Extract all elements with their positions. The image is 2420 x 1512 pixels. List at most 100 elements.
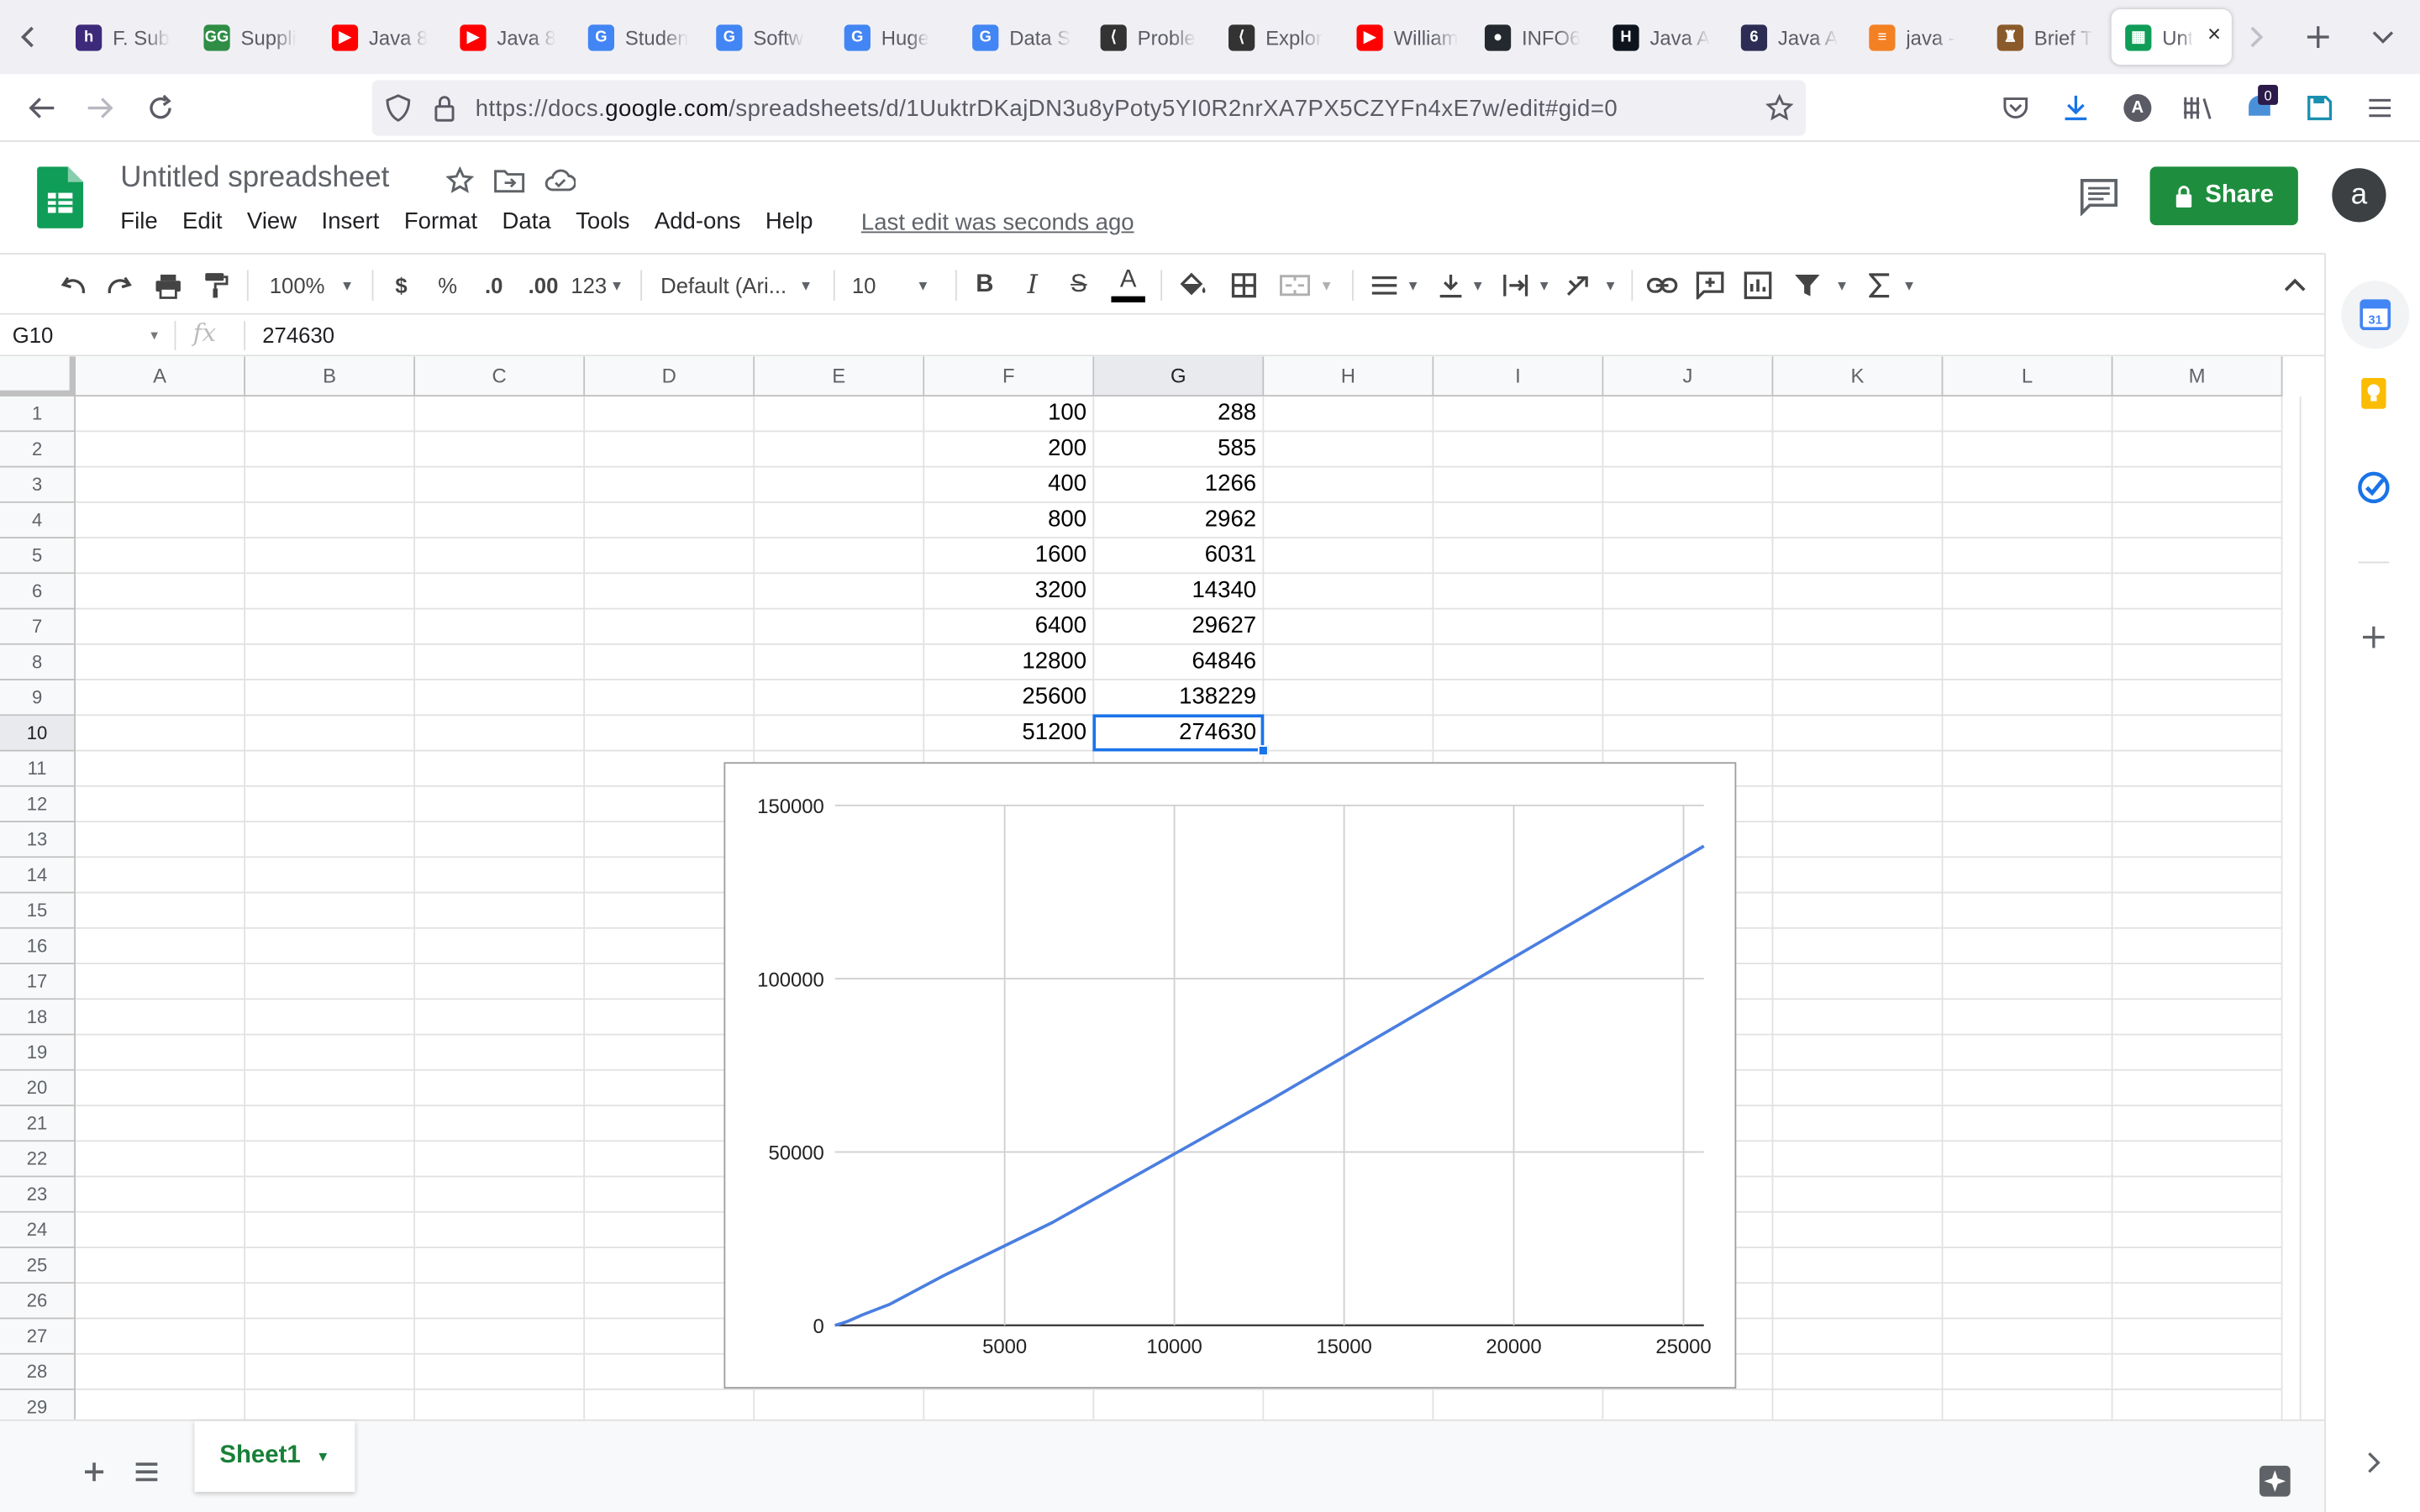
browser-tab[interactable]: H Java A bbox=[1599, 9, 1727, 65]
cell-a6[interactable] bbox=[75, 574, 246, 610]
row-header-14[interactable]: 14 bbox=[0, 858, 76, 894]
row-header-22[interactable]: 22 bbox=[0, 1142, 76, 1178]
cell-g1[interactable]: 288 bbox=[1094, 396, 1265, 433]
row-header-19[interactable]: 19 bbox=[0, 1035, 76, 1071]
cell-h1[interactable] bbox=[1264, 396, 1434, 433]
cell-e3[interactable] bbox=[755, 467, 925, 503]
name-box[interactable]: G10 bbox=[13, 323, 54, 347]
cell-i6[interactable] bbox=[1434, 574, 1604, 610]
close-tab-icon[interactable]: × bbox=[2207, 22, 2221, 48]
cell-f6[interactable]: 3200 bbox=[924, 574, 1095, 610]
cell-c28[interactable] bbox=[415, 1354, 586, 1390]
all-sheets-icon[interactable] bbox=[129, 1455, 163, 1488]
cell-j6[interactable] bbox=[1603, 574, 1774, 610]
cell-c3[interactable] bbox=[415, 467, 586, 503]
menu-file[interactable]: File bbox=[108, 208, 171, 234]
cell-d7[interactable] bbox=[585, 609, 755, 645]
cell-k8[interactable] bbox=[1773, 644, 1944, 680]
column-header-m[interactable]: M bbox=[2112, 356, 2283, 397]
cell-g8[interactable]: 64846 bbox=[1094, 644, 1265, 680]
decrease-decimal-button[interactable]: .0 bbox=[476, 265, 513, 306]
cell-m14[interactable] bbox=[2112, 858, 2283, 894]
app-menu-icon[interactable] bbox=[2359, 87, 2402, 129]
cell-l25[interactable] bbox=[1943, 1247, 2113, 1284]
text-wrapping-icon[interactable]: ▼ bbox=[1498, 265, 1554, 306]
cell-b7[interactable] bbox=[245, 609, 416, 645]
menu-format[interactable]: Format bbox=[392, 208, 490, 234]
cell-j2[interactable] bbox=[1603, 432, 1774, 468]
increase-decimal-button[interactable]: .00 bbox=[522, 265, 565, 306]
browser-tab[interactable]: 6 Java A bbox=[1727, 9, 1854, 65]
cell-a9[interactable] bbox=[75, 680, 246, 717]
cell-m24[interactable] bbox=[2112, 1212, 2283, 1248]
browser-tab[interactable]: ▶ Java 8 bbox=[446, 9, 574, 65]
menu-help[interactable]: Help bbox=[753, 208, 825, 234]
back-button[interactable] bbox=[18, 87, 65, 129]
cell-k9[interactable] bbox=[1773, 680, 1944, 717]
tasks-icon[interactable] bbox=[2355, 469, 2392, 506]
pocket-icon[interactable] bbox=[1994, 87, 2037, 129]
cell-a18[interactable] bbox=[75, 1000, 246, 1036]
cell-b18[interactable] bbox=[245, 1000, 416, 1036]
cell-i2[interactable] bbox=[1434, 432, 1604, 468]
cell-k3[interactable] bbox=[1773, 467, 1944, 503]
cell-i29[interactable] bbox=[1434, 1389, 1604, 1420]
cell-m7[interactable] bbox=[2112, 609, 2283, 645]
cell-m16[interactable] bbox=[2112, 928, 2283, 964]
cell-c12[interactable] bbox=[415, 786, 586, 822]
column-header-d[interactable]: D bbox=[585, 356, 755, 397]
cell-a19[interactable] bbox=[75, 1035, 246, 1071]
cell-b14[interactable] bbox=[245, 858, 416, 894]
cell-m10[interactable] bbox=[2112, 716, 2283, 752]
cell-a5[interactable] bbox=[75, 538, 246, 575]
new-tab-icon[interactable] bbox=[2296, 15, 2339, 58]
cell-d6[interactable] bbox=[585, 574, 755, 610]
cell-l16[interactable] bbox=[1943, 928, 2113, 964]
share-button[interactable]: Share bbox=[2149, 166, 2298, 226]
cell-b9[interactable] bbox=[245, 680, 416, 717]
borders-icon[interactable] bbox=[1227, 265, 1260, 306]
insert-link-icon[interactable] bbox=[1645, 265, 1679, 306]
cell-i9[interactable] bbox=[1434, 680, 1604, 717]
cell-c4[interactable] bbox=[415, 502, 586, 539]
cell-g9[interactable]: 138229 bbox=[1094, 680, 1265, 717]
row-header-17[interactable]: 17 bbox=[0, 963, 76, 1000]
cell-c9[interactable] bbox=[415, 680, 586, 717]
cloud-status-icon[interactable] bbox=[544, 164, 577, 197]
cell-k5[interactable] bbox=[1773, 538, 1944, 575]
calendar-icon[interactable]: 31 bbox=[2341, 281, 2410, 349]
cell-b24[interactable] bbox=[245, 1212, 416, 1248]
cell-f7[interactable]: 6400 bbox=[924, 609, 1095, 645]
list-all-tabs-icon[interactable] bbox=[2361, 15, 2404, 58]
tab-scroll-left-icon[interactable] bbox=[6, 15, 49, 58]
browser-tab[interactable]: G Studen bbox=[574, 9, 702, 65]
document-title[interactable]: Untitled spreadsheet bbox=[120, 162, 389, 196]
cell-k2[interactable] bbox=[1773, 432, 1944, 468]
menu-edit[interactable]: Edit bbox=[170, 208, 234, 234]
row-header-10[interactable]: 10 bbox=[0, 716, 76, 752]
cell-k4[interactable] bbox=[1773, 502, 1944, 539]
merge-cells-icon[interactable]: ▼ bbox=[1276, 265, 1335, 306]
cell-b26[interactable] bbox=[245, 1284, 416, 1320]
row-header-5[interactable]: 5 bbox=[0, 538, 76, 575]
bookmark-star-icon[interactable] bbox=[1764, 92, 1795, 123]
cell-m23[interactable] bbox=[2112, 1177, 2283, 1213]
cell-b15[interactable] bbox=[245, 893, 416, 929]
column-header-g[interactable]: G bbox=[1094, 356, 1265, 397]
cell-k20[interactable] bbox=[1773, 1070, 1944, 1106]
cell-g4[interactable]: 2962 bbox=[1094, 502, 1265, 539]
cell-d3[interactable] bbox=[585, 467, 755, 503]
browser-tab[interactable]: ▶ Java 8 bbox=[318, 9, 445, 65]
browser-tab[interactable]: ♜ Brief T bbox=[1983, 9, 2111, 65]
cell-e1[interactable] bbox=[755, 396, 925, 433]
cell-l9[interactable] bbox=[1943, 680, 2113, 717]
select-all-corner[interactable] bbox=[0, 356, 76, 397]
cell-a26[interactable] bbox=[75, 1284, 246, 1320]
vertical-align-icon[interactable]: ▼ bbox=[1434, 265, 1489, 306]
cell-d29[interactable] bbox=[585, 1389, 755, 1420]
cell-d10[interactable] bbox=[585, 716, 755, 752]
avatar[interactable]: a bbox=[2332, 168, 2386, 223]
cell-l19[interactable] bbox=[1943, 1035, 2113, 1071]
cell-j8[interactable] bbox=[1603, 644, 1774, 680]
cell-k29[interactable] bbox=[1773, 1389, 1944, 1420]
